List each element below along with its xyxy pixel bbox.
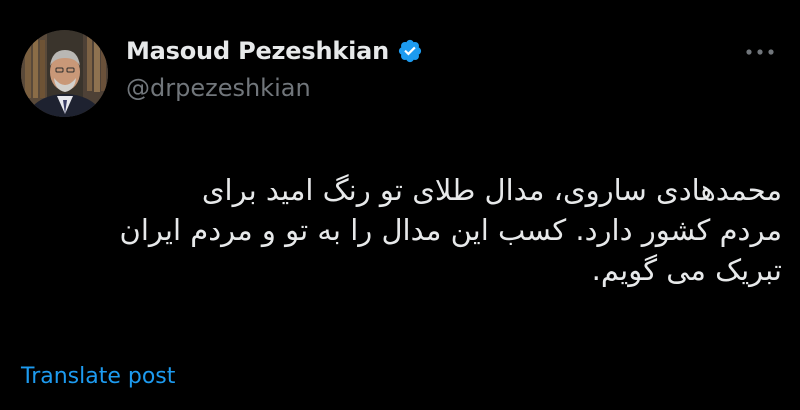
post-text-line: محمدهادی ساروی، مدال طلای تو رنگ امید بر… xyxy=(201,173,782,207)
verified-badge-icon[interactable] xyxy=(397,38,423,64)
post-text: محمدهادی ساروی، مدال طلای تو رنگ امید بر… xyxy=(30,170,782,290)
more-horizontal-icon xyxy=(746,49,774,55)
author-name-row: Masoud Pezeshkian xyxy=(126,34,423,68)
post-text-line: مردم کشور دارد. کسب این مدال را به تو و … xyxy=(119,213,782,247)
more-options-button[interactable] xyxy=(738,40,782,64)
post-card: Masoud Pezeshkian @drpezeshkian محمدهادی… xyxy=(0,0,800,410)
display-name[interactable]: Masoud Pezeshkian xyxy=(126,37,389,65)
post-text-line: تبریک می گویم. xyxy=(591,253,782,287)
avatar[interactable] xyxy=(21,30,108,117)
translate-post-link[interactable]: Translate post xyxy=(21,364,175,389)
avatar-photo xyxy=(21,30,108,117)
author-handle[interactable]: @drpezeshkian xyxy=(126,74,311,102)
